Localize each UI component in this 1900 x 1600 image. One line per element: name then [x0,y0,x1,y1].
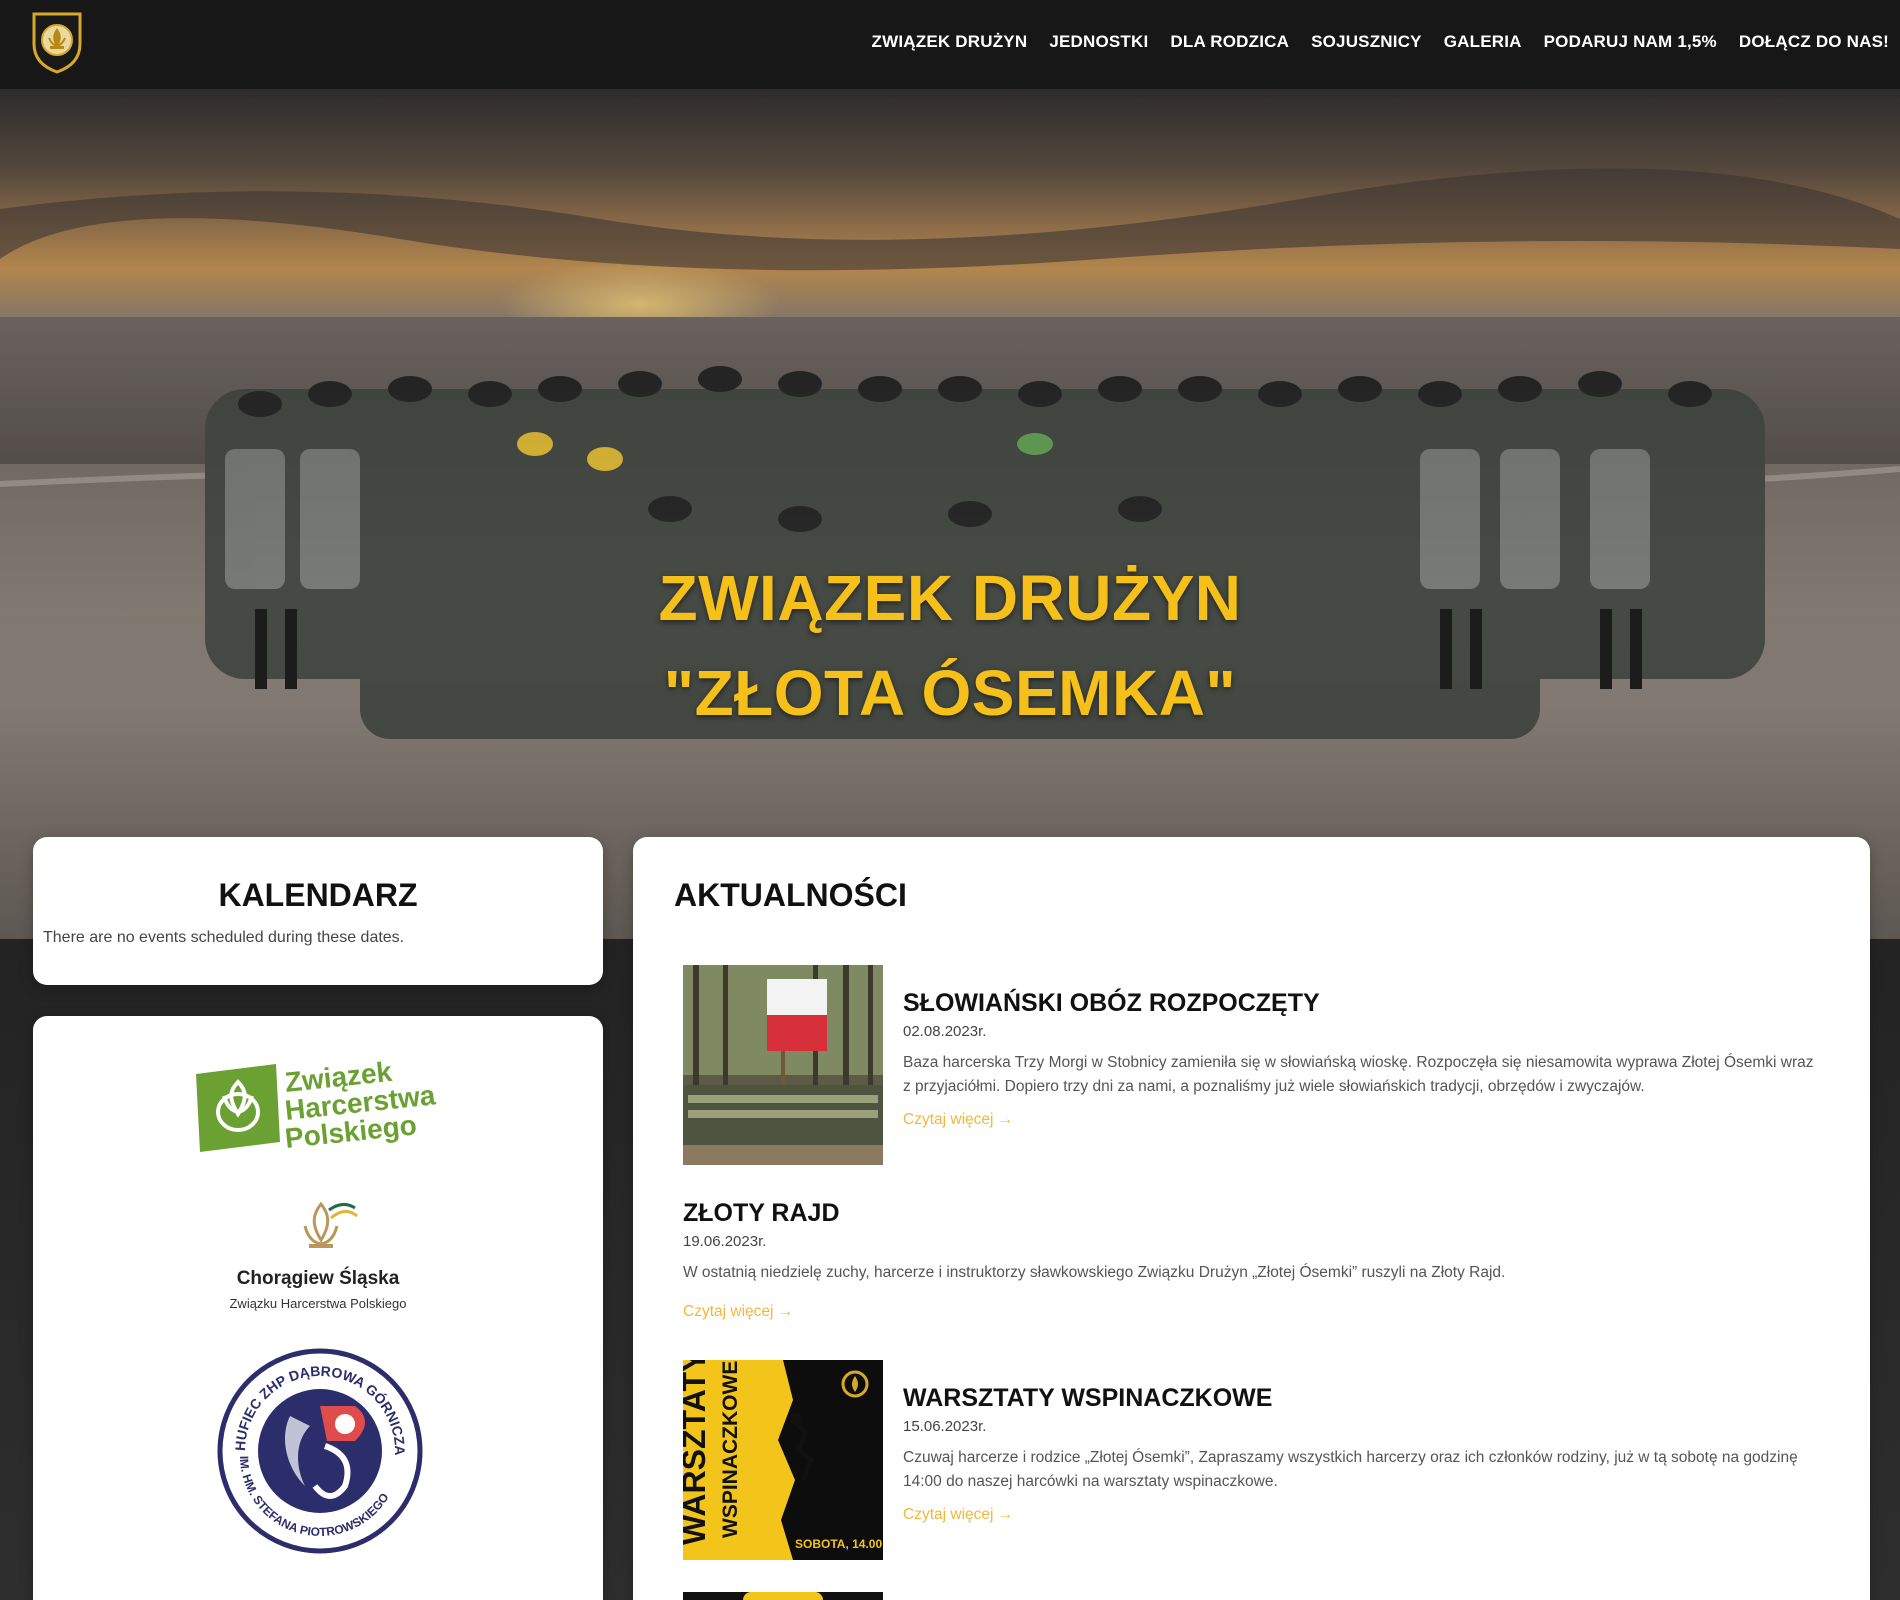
post-date: 02.08.2023r. [903,1023,987,1040]
camp-photo [683,965,883,1165]
nav-item-podaruj[interactable]: PODARUJ NAM 1,5% [1533,32,1728,52]
nav-item-sojusznicy[interactable]: SOJUSZNICY [1300,32,1433,52]
climbing-poster: WARSZTATY WSPINACZKOWE SOBOTA, 14.00 [683,1360,883,1560]
read-more-link[interactable]: Czytaj więcej → [903,1506,1013,1524]
calendar-title: KALENDARZ [218,877,418,913]
calendar-empty-text: There are no events scheduled during the… [43,929,405,946]
nav-item-zwiazek-druzyn[interactable]: ZWIĄZEK DRUŻYN [861,32,1039,52]
main-menu: ZWIĄZEK DRUŻYN JEDNOSTKI DLA RODZICA SOJ… [861,0,1900,84]
post-date: 19.06.2023r. [683,1233,767,1250]
partners-widget: Związek Harcerstwa Polskiego Chorągiew Ś… [33,1016,603,1600]
calendar-widget: KALENDARZ There are no events scheduled … [33,837,603,985]
post-title[interactable]: SŁOWIAŃSKI OBÓZ ROZPOCZĘTY [903,989,1320,1018]
hero-title-line-1: ZWIĄZEK DRUŻYN [658,562,1242,634]
hero-title: ZWIĄZEK DRUŻYN "ZŁOTA ÓSEMKA" [0,551,1900,741]
next-post-thumbnail-partial[interactable] [683,1592,883,1600]
choragiew-sub: Związku Harcerstwa Polskiego [229,1296,407,1311]
site-logo[interactable] [30,8,84,74]
post-thumbnail[interactable] [683,965,883,1165]
news-post: SŁOWIAŃSKI OBÓZ ROZPOCZĘTY 02.08.2023r. … [683,965,1833,1175]
poster-title-1: WARSZTATY [683,1360,712,1545]
read-more-link[interactable]: Czytaj więcej → [683,1303,793,1321]
news-title: AKTUALNOŚCI [674,877,907,913]
post-excerpt: Czuwaj harcerze i rodzice „Złotej Ósemki… [903,1449,1798,1490]
hero-banner: ZWIĄZEK DRUŻYN "ZŁOTA ÓSEMKA" [0,89,1900,939]
zhp-logo[interactable]: Związek Harcerstwa Polskiego [188,1054,448,1158]
nav-item-dla-rodzica[interactable]: DLA RODZICA [1159,32,1300,52]
choragiew-lily-icon[interactable] [283,1196,363,1266]
poster-title-2: WSPINACZKOWE [719,1361,742,1538]
nav-item-galeria[interactable]: GALERIA [1433,32,1533,52]
top-navbar: ZWIĄZEK DRUŻYN JEDNOSTKI DLA RODZICA SOJ… [0,0,1900,89]
hero-photo [0,89,1900,939]
post-title[interactable]: WARSZTATY WSPINACZKOWE [903,1384,1272,1413]
news-section: AKTUALNOŚCI SŁOWIAŃSKI OBÓZ ROZPOCZĘTY 0… [633,837,1870,1600]
post-thumbnail[interactable]: WARSZTATY WSPINACZKOWE SOBOTA, 14.00 [683,1360,883,1560]
post-excerpt: Baza harcerska Trzy Morgi w Stobnicy zam… [903,1054,1814,1095]
news-post: ZŁOTY RAJD 19.06.2023r. W ostatnią niedz… [683,1199,1833,1329]
post-date: 15.06.2023r. [903,1418,987,1435]
read-more-link[interactable]: Czytaj więcej → [903,1111,1013,1129]
nav-item-dolacz[interactable]: DOŁĄCZ DO NAS! [1728,32,1900,52]
hero-title-line-2: "ZŁOTA ÓSEMKA" [663,657,1237,729]
post-title[interactable]: ZŁOTY RAJD [683,1199,840,1228]
post-excerpt: W ostatnią niedzielę zuchy, harcerze i i… [683,1264,1506,1281]
nav-item-jednostki[interactable]: JEDNOSTKI [1038,32,1159,52]
hufiec-badge[interactable]: HUFIEC ZHP DĄBROWA GÓRNICZA IM. HM. STEF… [215,1346,425,1556]
news-post: WARSZTATY WSPINACZKOWE SOBOTA, 14.00 WAR… [683,1360,1833,1570]
choragiew-name: Chorągiew Śląska [236,1268,400,1289]
poster-time: SOBOTA, 14.00 [795,1537,882,1551]
